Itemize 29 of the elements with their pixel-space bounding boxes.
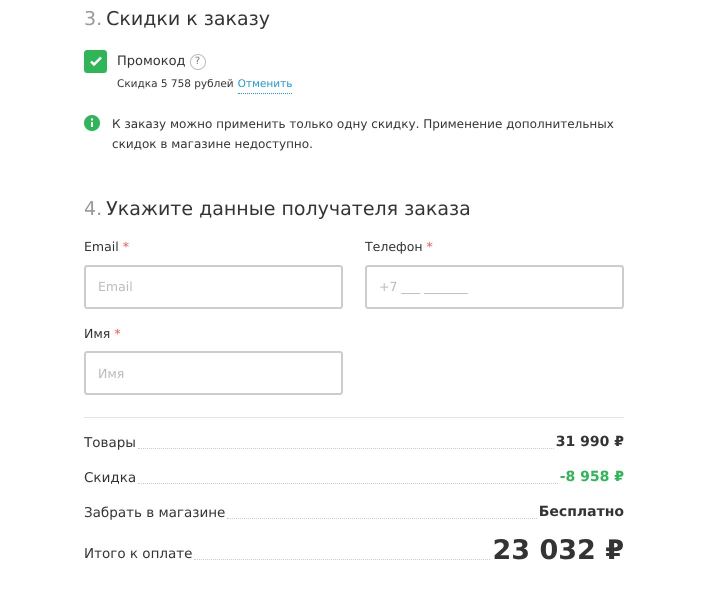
discount-note: Скидка 5 758 рублей xyxy=(117,77,234,92)
cancel-link[interactable]: Отменить xyxy=(238,77,292,94)
input-field[interactable]: Email xyxy=(84,264,343,308)
required-mark: * xyxy=(114,324,121,342)
check-icon xyxy=(88,54,102,68)
promo-checkbox[interactable] xyxy=(84,50,107,73)
field-label: Телефон xyxy=(365,238,423,256)
input-field[interactable]: Имя xyxy=(84,351,343,396)
summary-label: Забрать в магазине xyxy=(84,504,226,523)
field-label: Имя xyxy=(84,324,110,342)
section-number: 4. xyxy=(84,198,102,222)
summary-label: Товары xyxy=(84,434,136,453)
info-text: К заказу можно применить только одну скидку. Применение дополнительных скидок в магазине недоступно. xyxy=(112,116,615,153)
summary-value: Бесплатно xyxy=(538,503,624,522)
summary-value: 31 990 ₽ xyxy=(556,433,624,452)
input-field[interactable]: +7 ___ _______ xyxy=(365,264,624,308)
help-button[interactable]: ? xyxy=(190,54,206,70)
section-number: 3. xyxy=(84,8,102,32)
promo-label: Промокод xyxy=(117,52,186,71)
summary-value: 23 032 ₽ xyxy=(492,537,624,564)
section-title: Укажите данные получателя заказа xyxy=(106,198,471,222)
info-icon xyxy=(84,115,100,131)
required-mark: * xyxy=(122,238,129,256)
summary-label: Итого к оплате xyxy=(84,545,192,564)
field-label: Email xyxy=(84,238,119,256)
section-title: Скидки к заказу xyxy=(106,8,270,32)
summary-label: Скидка xyxy=(84,469,136,488)
required-mark: * xyxy=(426,238,433,256)
summary-value: -8 958 ₽ xyxy=(560,468,624,488)
